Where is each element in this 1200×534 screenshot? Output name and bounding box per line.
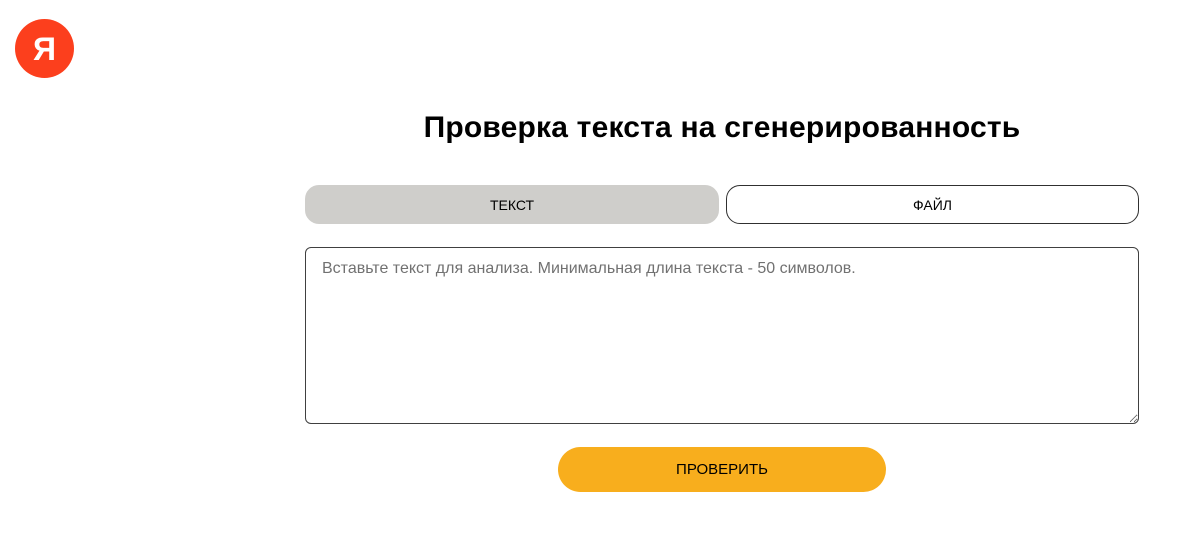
text-input-wrapper: [305, 247, 1139, 424]
tab-text-label: ТЕКСТ: [489, 196, 535, 213]
logo-glyph: Я: [33, 31, 56, 67]
tab-file-label: ФАЙЛ: [913, 196, 952, 213]
tab-text[interactable]: ТЕКСТ: [305, 185, 719, 224]
yandex-logo-icon[interactable]: Я: [15, 19, 74, 78]
page-title: Проверка текста на сгенерированность: [423, 111, 1021, 144]
text-input[interactable]: [305, 247, 1139, 424]
mode-tabs: ТЕКСТ ФАЙЛ: [305, 185, 1139, 224]
check-button[interactable]: ПРОВЕРИТЬ: [558, 447, 886, 492]
svg-text:Я: Я: [33, 31, 56, 67]
check-button-label: ПРОВЕРИТЬ: [676, 461, 768, 478]
tab-file[interactable]: ФАЙЛ: [726, 185, 1139, 224]
